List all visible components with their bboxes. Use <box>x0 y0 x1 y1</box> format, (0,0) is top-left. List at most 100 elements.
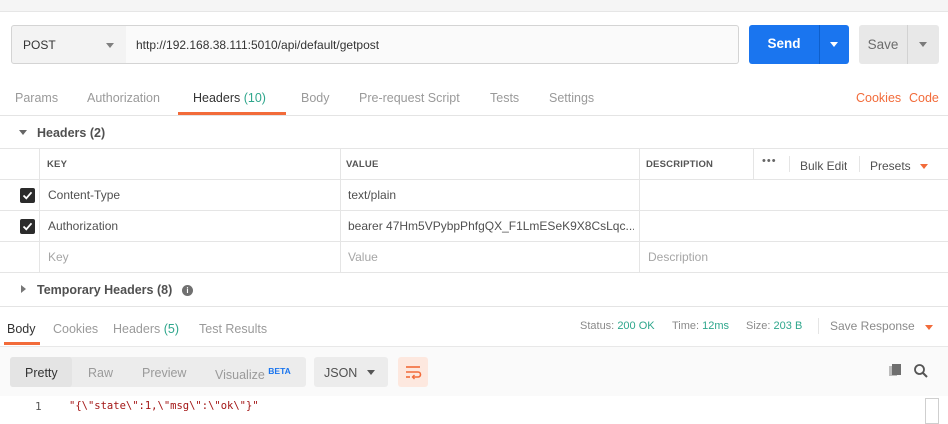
tab-headers[interactable]: Headers (10) <box>193 91 266 105</box>
time-readout: Time: 12ms <box>672 320 729 332</box>
new-header-value-input[interactable]: Value <box>348 250 378 264</box>
search-icon[interactable] <box>913 363 929 379</box>
method-value: POST <box>23 38 56 52</box>
collapse-headers-icon[interactable] <box>19 130 27 135</box>
table-border <box>0 210 948 211</box>
chevron-down-icon <box>106 43 114 48</box>
table-border <box>0 179 948 180</box>
table-border <box>0 241 948 242</box>
header-key[interactable]: Content-Type <box>48 188 333 202</box>
headers-section-count: (2) <box>89 126 106 140</box>
format-value: JSON <box>324 366 358 380</box>
column-divider <box>639 148 640 272</box>
response-tab-headers-label: Headers <box>113 322 161 336</box>
tab-body[interactable]: Body <box>301 91 330 105</box>
save-response-chevron-down-icon[interactable] <box>925 325 933 330</box>
info-icon[interactable]: i <box>182 285 193 296</box>
beta-badge: BETA <box>268 366 291 376</box>
editor-scrollbar[interactable] <box>925 398 939 424</box>
status-label: Status: <box>580 320 615 332</box>
header-value[interactable]: bearer 47Hm5VPybpPhfgQX_F1LmESeK9X8CsLqc… <box>348 219 634 233</box>
column-header-value: VALUE <box>346 159 379 170</box>
size-readout: Size: 203 B <box>746 320 802 332</box>
save-response-button[interactable]: Save Response <box>830 319 915 333</box>
header-row-checkbox[interactable] <box>20 188 35 203</box>
send-options-chevron-icon[interactable] <box>830 42 838 47</box>
chevron-down-icon <box>367 370 375 375</box>
time-value: 12ms <box>702 320 730 332</box>
tab-tests[interactable]: Tests <box>490 91 519 105</box>
header-key[interactable]: Authorization <box>48 219 333 233</box>
table-border <box>0 272 948 273</box>
code-link[interactable]: Code <box>909 91 939 105</box>
toolbar-divider <box>859 156 860 172</box>
response-tab-body[interactable]: Body <box>7 322 36 336</box>
send-button[interactable]: Send <box>749 25 849 64</box>
response-divider <box>0 306 948 307</box>
response-tab-cookies[interactable]: Cookies <box>53 322 98 336</box>
cookies-link[interactable]: Cookies <box>856 91 901 105</box>
size-value: 203 B <box>773 320 803 332</box>
save-options-chevron-icon[interactable] <box>919 42 927 47</box>
temporary-headers-title[interactable]: Temporary Headers (8) <box>37 283 172 297</box>
header-row-checkbox[interactable] <box>20 219 35 234</box>
headers-table: KEY VALUE DESCRIPTION ••• Bulk Edit Pres… <box>0 148 948 273</box>
response-body-editor[interactable]: 1 "{\"state\":1,\"msg\":\"ok\"}" <box>0 397 948 424</box>
send-divider <box>819 25 820 64</box>
table-border <box>0 148 948 149</box>
new-header-key-input[interactable]: Key <box>48 250 69 264</box>
save-button[interactable]: Save <box>859 25 939 64</box>
method-select[interactable]: POST <box>11 25 127 64</box>
active-tab-indicator <box>178 112 286 115</box>
size-label: Size: <box>746 320 771 332</box>
active-response-tab-indicator <box>4 342 40 345</box>
expand-temporary-headers-icon[interactable] <box>21 285 26 293</box>
view-pretty[interactable]: Pretty <box>25 366 58 380</box>
status-readout: Status: 200 OK <box>580 320 655 332</box>
headers-section-label: Headers <box>37 126 87 140</box>
view-mode-group: Pretty Raw Preview Visualize BETA <box>10 357 306 387</box>
presets-chevron-down-icon[interactable] <box>920 164 928 169</box>
save-divider <box>907 25 908 64</box>
view-visualize-label: Visualize <box>215 368 265 383</box>
send-label: Send <box>767 36 801 51</box>
headers-section-title[interactable]: Headers (2) <box>37 126 105 140</box>
column-divider <box>340 148 341 272</box>
view-visualize[interactable]: Visualize BETA <box>215 366 291 382</box>
response-tab-headers[interactable]: Headers (5) <box>113 322 179 336</box>
response-tab-headers-count: (5) <box>163 322 180 336</box>
window-top-strip <box>0 0 948 12</box>
column-divider <box>39 148 40 272</box>
presets-dropdown[interactable]: Presets <box>870 159 911 173</box>
tab-headers-label: Headers <box>193 91 241 105</box>
response-body-line: "{\"state\":1,\"msg\":\"ok\"}" <box>69 400 259 412</box>
view-raw[interactable]: Raw <box>88 366 113 380</box>
tab-params[interactable]: Params <box>15 91 58 105</box>
request-tabs: Params Authorization Headers (10) Body P… <box>0 78 948 116</box>
status-value: 200 OK <box>617 320 655 332</box>
column-header-key: KEY <box>47 159 68 170</box>
url-input[interactable]: http://192.168.38.111:5010/api/default/g… <box>126 25 739 64</box>
toolbar-divider <box>789 156 790 172</box>
line-number: 1 <box>35 400 42 413</box>
tab-headers-count: (10) <box>243 91 266 105</box>
tab-authorization[interactable]: Authorization <box>87 91 160 105</box>
more-options-icon[interactable]: ••• <box>762 155 777 167</box>
temporary-headers-label: Temporary Headers <box>37 283 154 297</box>
view-preview[interactable]: Preview <box>142 366 186 380</box>
column-header-description: DESCRIPTION <box>646 159 714 170</box>
time-label: Time: <box>672 320 700 332</box>
wrap-lines-icon <box>406 366 422 380</box>
temporary-headers-count: (8) <box>156 283 173 297</box>
header-value[interactable]: text/plain <box>348 188 633 202</box>
tab-pre-request-script[interactable]: Pre-request Script <box>359 91 460 105</box>
response-tab-test-results[interactable]: Test Results <box>199 322 267 336</box>
status-divider <box>818 318 819 334</box>
column-divider <box>753 148 754 179</box>
wrap-lines-button[interactable] <box>398 357 428 387</box>
format-select[interactable]: JSON <box>314 357 388 387</box>
bulk-edit-link[interactable]: Bulk Edit <box>800 159 847 173</box>
tab-settings[interactable]: Settings <box>549 91 594 105</box>
copy-icon[interactable] <box>887 363 903 379</box>
new-header-description-input[interactable]: Description <box>648 250 708 264</box>
